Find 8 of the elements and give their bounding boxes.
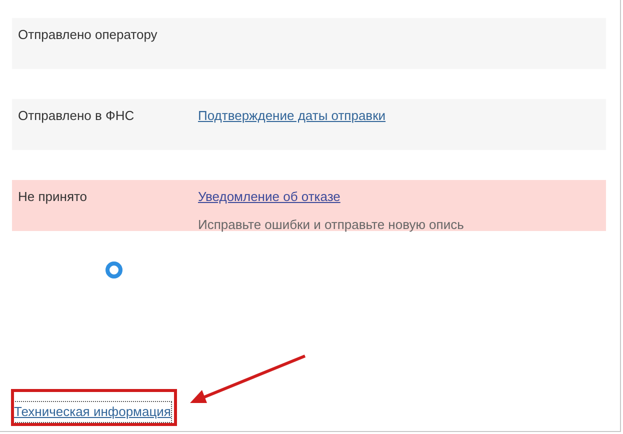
status-label: Отправлено в ФНС	[17, 107, 136, 125]
status-label: Не принято	[17, 188, 88, 206]
hint-text: Исправьте ошибки и отправьте новую опись	[198, 216, 464, 234]
technical-info-link[interactable]: Техническая информация	[14, 402, 171, 422]
document-link[interactable]: Подтверждение даты отправки	[198, 106, 386, 126]
status-label: Отправлено оператору	[17, 26, 158, 44]
document-link[interactable]: Уведомление об отказе	[198, 187, 464, 206]
loading-spinner-icon	[105, 261, 123, 279]
